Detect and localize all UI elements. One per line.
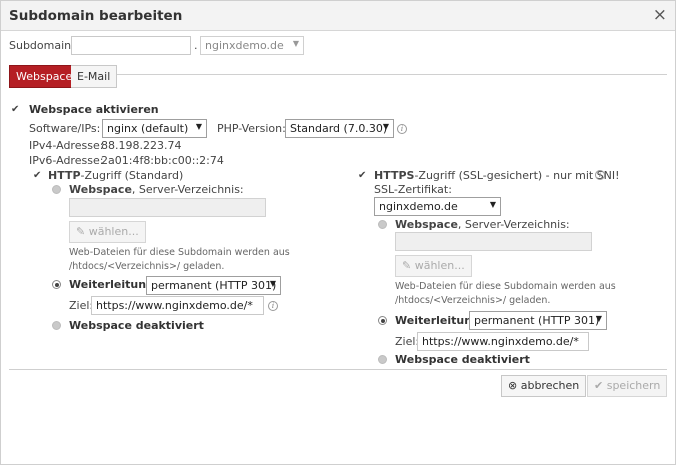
https-redirect-type-select[interactable]: permanent (HTTP 301) ▼ <box>469 311 607 330</box>
pencil-icon: ✎ <box>402 259 415 272</box>
http-redirect-type-select[interactable]: permanent (HTTP 301) ▼ <box>146 276 281 295</box>
https-choose-label: wählen... <box>414 259 465 272</box>
domain-select-value: nginxdemo.de <box>205 39 284 52</box>
ssl-certificate-select[interactable]: nginxdemo.de ▼ <box>374 197 501 216</box>
software-select-value: nginx (default) <box>107 122 189 135</box>
info-icon[interactable]: i <box>268 301 278 311</box>
ipv4-value: 88.198.223.74 <box>101 139 182 152</box>
pencil-icon: ✎ <box>76 225 89 238</box>
https-title-bold: HTTPS <box>374 169 415 182</box>
https-disabled-label: Webspace deaktiviert <box>395 353 530 366</box>
http-redirect-label: Weiterleitung <box>69 278 154 291</box>
http-help-line1: Web-Dateien für diese Subdomain werden a… <box>69 247 290 258</box>
http-title-bold: HTTP <box>48 169 81 182</box>
webspace-enable-checkbox[interactable]: ✔ <box>11 104 19 115</box>
info-icon[interactable]: i <box>595 170 605 180</box>
software-label: Software/IPs: <box>29 122 101 135</box>
https-webspace-label: Webspace, Server-Verzeichnis: <box>395 218 570 231</box>
https-directory-input[interactable] <box>395 232 592 251</box>
https-webspace-radio[interactable] <box>378 220 387 229</box>
php-version-label: PHP-Version: <box>217 122 286 135</box>
close-icon[interactable]: × <box>653 6 667 24</box>
software-select[interactable]: nginx (default) ▼ <box>102 119 207 138</box>
cancel-button[interactable]: ⊗ abbrechen <box>501 375 587 397</box>
tab-webspace[interactable]: Webspace <box>9 65 80 88</box>
subdomain-input[interactable] <box>71 36 191 55</box>
footer-divider <box>9 369 667 370</box>
dialog-title: Subdomain bearbeiten <box>9 8 183 24</box>
https-help-line2: /htdocs/<Verzeichnis>/ geladen. <box>395 295 551 306</box>
https-access-checkbox[interactable]: ✔ <box>358 170 366 181</box>
https-redirect-type-value: permanent (HTTP 301) <box>474 314 600 327</box>
https-access-label: HTTPS-Zugriff (SSL-gesichert) - nur mit … <box>374 169 620 182</box>
subdomain-dot: . <box>194 39 198 52</box>
cancel-icon: ⊗ <box>508 379 521 392</box>
edit-subdomain-dialog: Subdomain bearbeiten × Subdomain: . ngin… <box>0 0 676 465</box>
http-title-rest: -Zugriff (Standard) <box>80 169 184 182</box>
https-redirect-label: Weiterleitung <box>395 314 480 327</box>
https-title-rest: -Zugriff (SSL-gesichert) - nur mit SNI! <box>414 169 620 182</box>
http-webspace-label: Webspace, Server-Verzeichnis: <box>69 183 244 196</box>
ssl-certificate-value: nginxdemo.de <box>379 200 458 213</box>
http-target-input[interactable]: https://www.nginxdemo.de/* <box>91 296 264 315</box>
php-version-select-value: Standard (7.0.30) <box>290 122 388 135</box>
http-redirect-type-value: permanent (HTTP 301) <box>151 279 277 292</box>
http-access-label: HTTP-Zugriff (Standard) <box>48 169 183 182</box>
ipv6-value: 2a01:4f8:bb:c00::2:74 <box>101 154 224 167</box>
save-button[interactable]: ✔ speichern <box>587 375 668 397</box>
http-help-line2: /htdocs/<Verzeichnis>/ geladen. <box>69 261 225 272</box>
http-webspace-rest: , Server-Verzeichnis: <box>131 183 244 196</box>
http-webspace-radio[interactable] <box>52 185 61 194</box>
domain-select[interactable]: nginxdemo.de ▼ <box>200 36 304 55</box>
chevron-down-icon: ▼ <box>269 279 276 288</box>
chevron-down-icon: ▼ <box>382 122 389 131</box>
https-help-line1: Web-Dateien für diese Subdomain werden a… <box>395 281 616 292</box>
save-label: speichern <box>606 379 661 392</box>
info-icon[interactable]: i <box>397 124 407 134</box>
webspace-enable-label: Webspace aktivieren <box>29 103 159 116</box>
http-target-label: Ziel: <box>69 299 94 312</box>
chevron-down-icon: ▼ <box>292 39 299 48</box>
tab-divider <box>117 74 667 75</box>
https-target-label: Ziel: <box>395 335 420 348</box>
subdomain-label: Subdomain: <box>9 39 75 52</box>
https-target-input[interactable]: https://www.nginxdemo.de/* <box>417 332 589 351</box>
https-redirect-radio[interactable] <box>378 316 387 325</box>
http-disabled-radio[interactable] <box>52 321 61 330</box>
https-help-text: Web-Dateien für diese Subdomain werden a… <box>395 280 616 308</box>
tab-email[interactable]: E-Mail <box>71 65 118 88</box>
http-help-text: Web-Dateien für diese Subdomain werden a… <box>69 246 290 274</box>
http-access-checkbox[interactable]: ✔ <box>33 170 41 181</box>
http-webspace-bold: Webspace <box>69 183 132 196</box>
https-disabled-radio[interactable] <box>378 355 387 364</box>
http-choose-button[interactable]: ✎ wählen... <box>69 221 146 243</box>
ipv6-label: IPv6-Adresse: <box>29 154 104 167</box>
https-choose-button[interactable]: ✎ wählen... <box>395 255 472 277</box>
chevron-down-icon: ▼ <box>195 122 202 131</box>
chevron-down-icon: ▼ <box>595 314 602 323</box>
http-disabled-label: Webspace deaktiviert <box>69 319 204 332</box>
php-version-select[interactable]: Standard (7.0.30) ▼ <box>285 119 394 138</box>
http-directory-input[interactable] <box>69 198 266 217</box>
cancel-label: abbrechen <box>520 379 580 392</box>
http-choose-label: wählen... <box>88 225 139 238</box>
ssl-certificate-label: SSL-Zertifikat: <box>374 183 452 196</box>
check-icon: ✔ <box>594 379 607 392</box>
ipv4-label: IPv4-Adresse: <box>29 139 104 152</box>
chevron-down-icon: ▼ <box>489 200 496 209</box>
dialog-titlebar: Subdomain bearbeiten × <box>1 1 675 31</box>
https-webspace-rest: , Server-Verzeichnis: <box>457 218 570 231</box>
http-redirect-radio[interactable] <box>52 280 61 289</box>
https-webspace-bold: Webspace <box>395 218 458 231</box>
